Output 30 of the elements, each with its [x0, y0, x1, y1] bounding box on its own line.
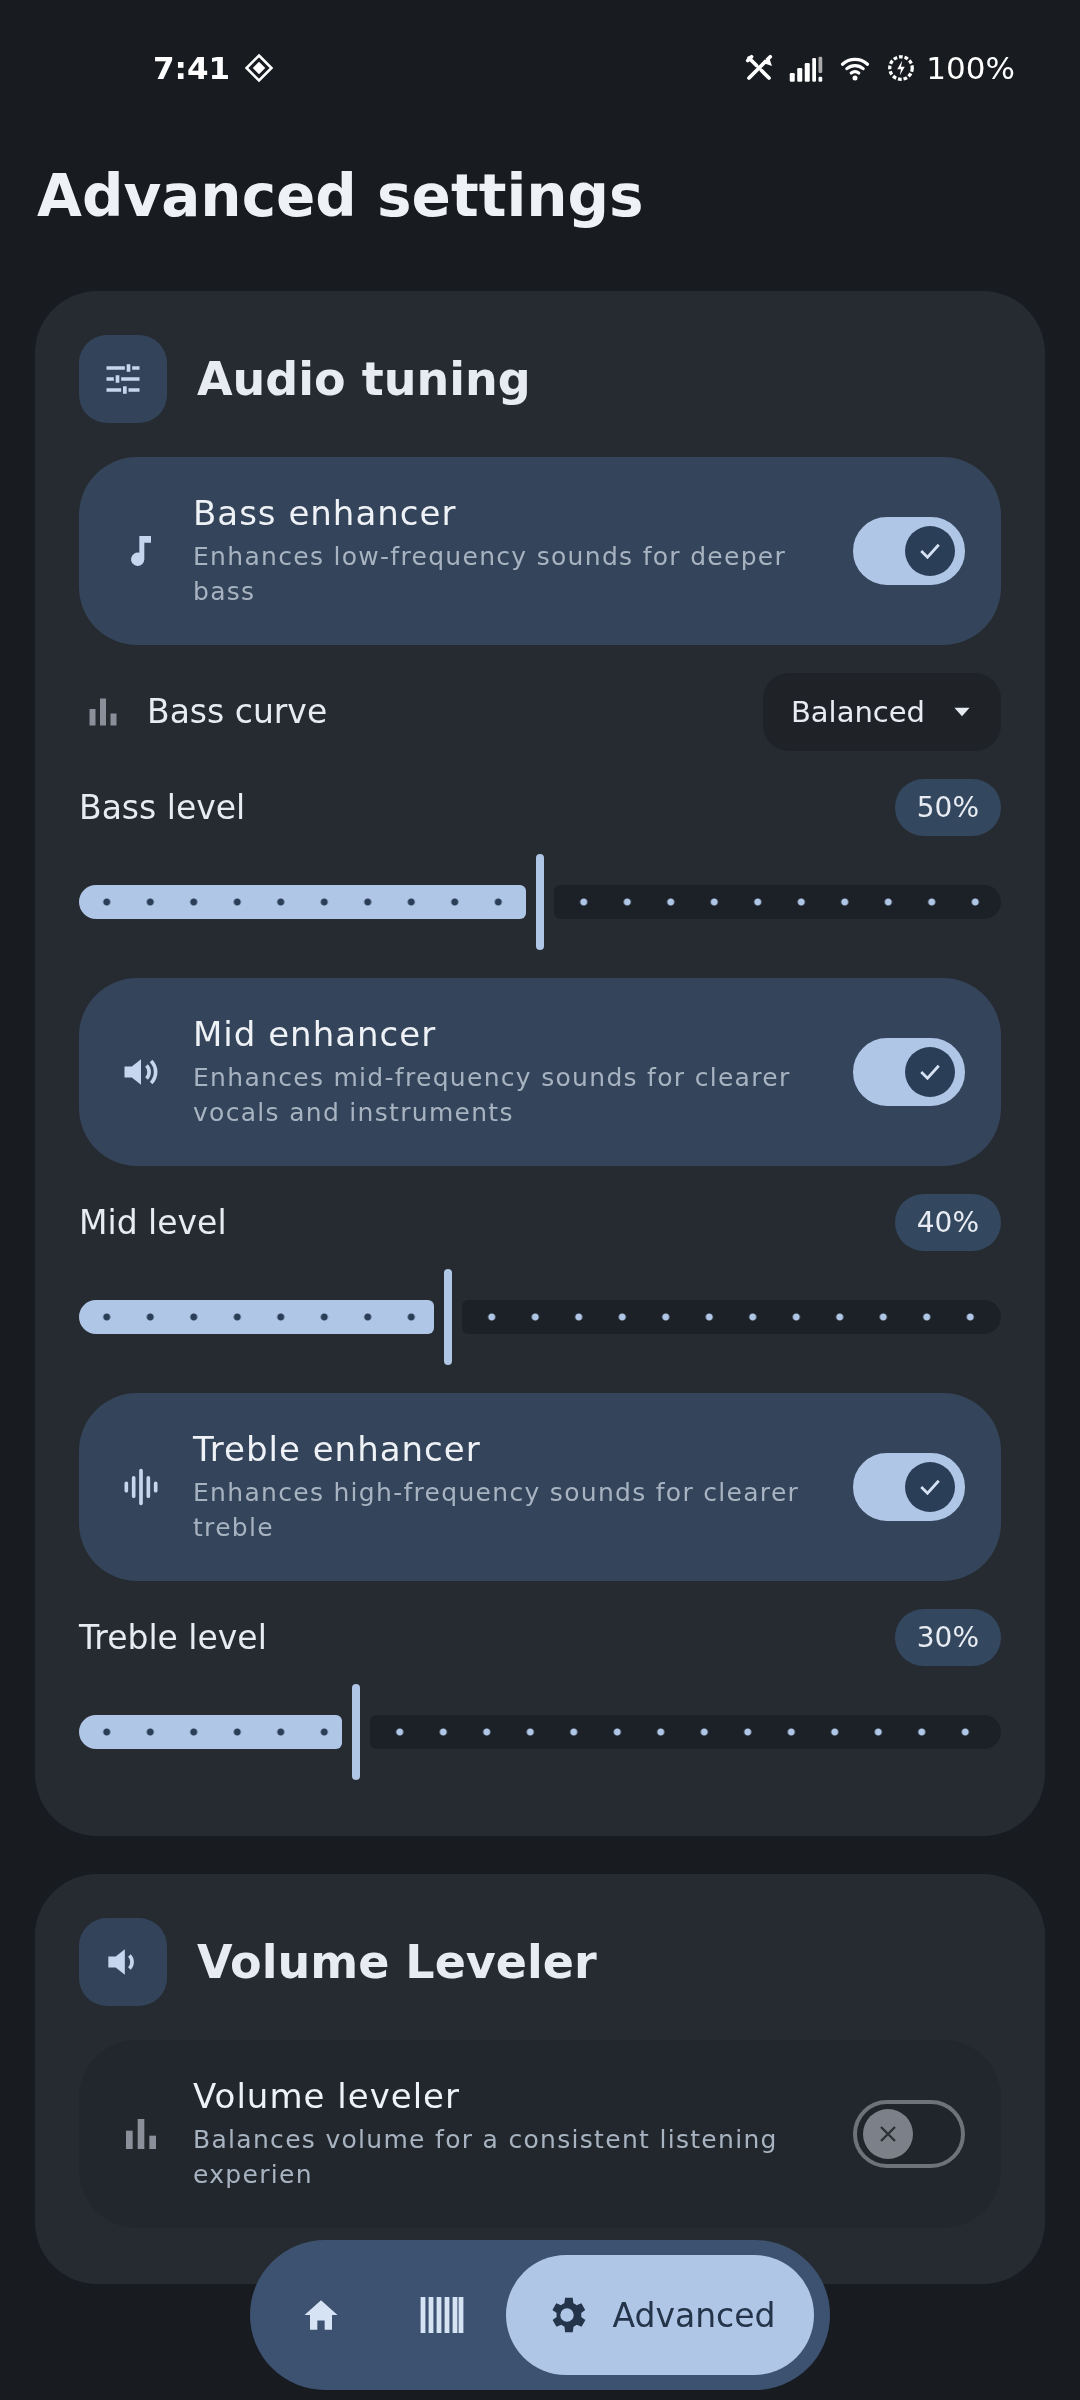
setting-description: Enhances low-frequency sounds for deeper bass: [193, 540, 788, 608]
setting-description: Enhances mid-frequency sounds for clearer vocals and instruments: [193, 1061, 792, 1129]
slider-label: Treble level: [79, 1617, 267, 1657]
section-title: Volume Leveler: [197, 1934, 597, 1989]
diamond-icon: [244, 52, 275, 83]
status-time: 7:41: [153, 49, 231, 86]
speaker-icon: [79, 1917, 167, 2006]
level-badge: 40%: [894, 1193, 1001, 1251]
slider-label: Mid level: [79, 1202, 227, 1242]
setting-title: Mid enhancer: [193, 1013, 438, 1054]
setting-title: Treble enhancer: [193, 1428, 482, 1469]
level-slider[interactable]: [79, 1268, 1001, 1365]
setting-title: Volume leveler: [193, 2075, 461, 2116]
curve-dropdown[interactable]: Balanced: [762, 672, 1001, 751]
setting-title: Bass enhancer: [193, 492, 458, 533]
level-badge: 50%: [894, 778, 1001, 836]
battery-level: 100%: [926, 49, 1015, 86]
section-title: Audio tuning: [197, 351, 531, 406]
page-title: Advanced settings: [37, 165, 645, 229]
setting-label: Bass curve: [147, 692, 328, 732]
level-slider[interactable]: [79, 853, 1001, 950]
slider-label: Bass level: [79, 787, 246, 827]
level-badge: 30%: [894, 1608, 1001, 1666]
setting-description: Enhances high-frequency sounds for clearer treble: [193, 1476, 801, 1544]
battery-saver-icon: [886, 52, 917, 83]
tools-icon: [744, 52, 775, 83]
setting-description: Balances volume for a consistent listening experien: [193, 2123, 779, 2191]
tune-icon: [79, 334, 167, 423]
nav-tab[interactable]: Advanced: [506, 2255, 814, 2375]
level-slider[interactable]: [79, 1683, 1001, 1780]
